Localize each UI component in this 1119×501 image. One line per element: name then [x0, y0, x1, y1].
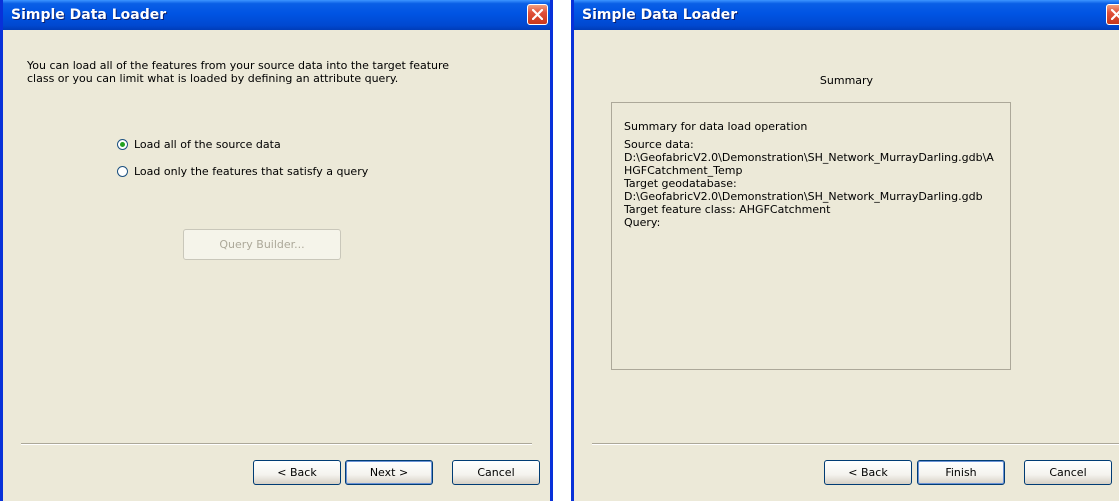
summary-line: Target feature class: AHGFCatchment: [624, 203, 831, 216]
summary-line: Source data:: [624, 138, 694, 151]
summary-line: D:\GeofabricV2.0\Demonstration\SH_Networ…: [624, 151, 994, 164]
finish-button[interactable]: Finish: [917, 460, 1005, 485]
radio-load-query[interactable]: Load only the features that satisfy a qu…: [117, 163, 368, 179]
close-icon: [1111, 9, 1119, 20]
intro-text: You can load all of the features from yo…: [27, 59, 450, 85]
window-title: Simple Data Loader: [582, 7, 738, 23]
close-button[interactable]: [527, 4, 548, 25]
radio-label: Load only the features that satisfy a qu…: [134, 164, 369, 178]
summary-line: Query:: [624, 216, 661, 229]
summary-line: Target geodatabase:: [624, 177, 737, 190]
next-button[interactable]: Next >: [345, 460, 433, 485]
close-button[interactable]: [1106, 4, 1119, 25]
radio-load-all[interactable]: Load all of the source data: [117, 136, 281, 152]
query-builder-button[interactable]: Query Builder...: [183, 229, 341, 260]
radio-button-checked[interactable]: [117, 138, 128, 150]
cancel-button[interactable]: Cancel: [1024, 460, 1112, 485]
radio-button[interactable]: [117, 165, 128, 177]
window-title: Simple Data Loader: [11, 7, 167, 23]
title-bar[interactable]: Simple Data Loader: [574, 0, 1119, 30]
close-icon: [532, 9, 543, 20]
summary-text: Summary for data load operation Source d…: [624, 120, 1004, 229]
radio-label: Load all of the source data: [134, 137, 281, 151]
separator: [21, 443, 532, 445]
back-button[interactable]: < Back: [824, 460, 912, 485]
separator: [592, 443, 1119, 445]
cancel-button[interactable]: Cancel: [452, 460, 540, 485]
simple-data-loader-dialog-options: Simple Data Loader You can load all of t…: [0, 0, 553, 501]
summary-box: Summary for data load operation Source d…: [611, 102, 1011, 370]
summary-line: Summary for data load operation: [624, 120, 808, 133]
simple-data-loader-dialog-summary: Simple Data Loader Summary Summary for d…: [571, 0, 1119, 501]
summary-line: HGFCatchment_Temp: [624, 164, 743, 177]
summary-heading: Summary: [819, 74, 874, 87]
summary-line: D:\GeofabricV2.0\Demonstration\SH_Networ…: [624, 190, 983, 203]
title-bar[interactable]: Simple Data Loader: [3, 0, 550, 30]
back-button[interactable]: < Back: [253, 460, 341, 485]
